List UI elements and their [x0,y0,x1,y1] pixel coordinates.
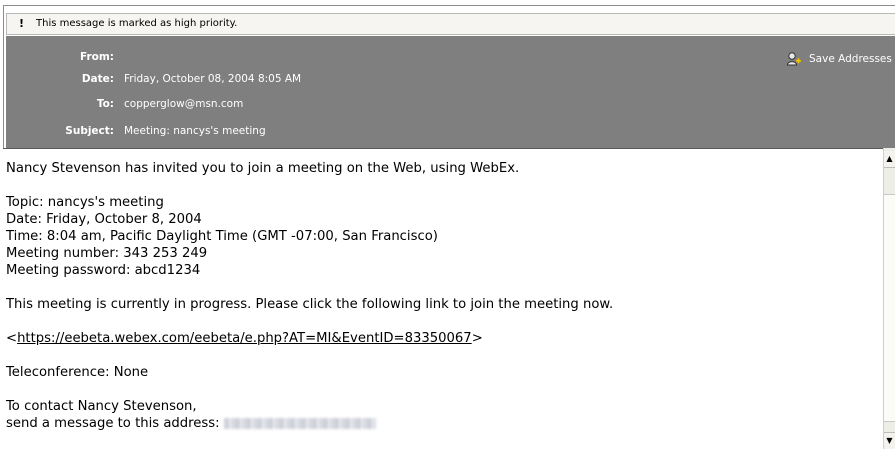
add-contact-icon [786,51,802,67]
body-time: Time: 8:04 am, Pacific Daylight Time (GM… [6,229,438,244]
message-body-text: Nancy Stevenson has invited you to join … [6,160,876,432]
body-meeting-number: Meeting number: 343 253 249 [6,246,208,261]
body-contact-line2: send a message to this address: [6,416,224,431]
exclamation-icon: ! [19,17,25,30]
join-meeting-link[interactable]: https://eebeta.webex.com/eebeta/e.php?AT… [17,331,472,346]
link-close-bracket: > [471,331,483,346]
priority-banner: ! This message is marked as high priorit… [6,13,895,35]
scroll-up-arrow-icon[interactable]: ▲ [884,151,895,168]
from-label: From: [79,51,114,63]
priority-message: This message is marked as high priority. [36,18,238,29]
message-header: From: Date: Friday, October 08, 2004 8:0… [6,36,895,148]
body-progress-note: This meeting is currently in progress. P… [6,297,614,312]
save-addresses-label: Save Addresses [809,53,892,65]
body-meeting-password: Meeting password: abcd1234 [6,263,201,278]
save-addresses-button[interactable]: Save Addresses [786,50,892,68]
subject-label: Subject: [65,125,114,137]
to-value[interactable]: copperglow@msn.com [124,94,243,114]
scrollbar-thumb[interactable] [884,194,895,422]
body-intro: Nancy Stevenson has invited you to join … [6,161,520,176]
date-label: Date: [81,73,114,85]
redacted-email-address [223,417,376,429]
message-body[interactable]: Nancy Stevenson has invited you to join … [3,148,883,449]
to-label: To: [96,98,114,110]
subject-value: Meeting: nancys's meeting [124,125,266,137]
body-topic: Topic: nancys's meeting [6,195,164,210]
link-open-bracket: < [6,331,18,346]
body-teleconference: Teleconference: None [6,365,149,380]
body-date: Date: Friday, October 8, 2004 [6,212,202,227]
date-value: Friday, October 08, 2004 8:05 AM [124,73,302,85]
body-contact-line1: To contact Nancy Stevenson, [6,399,197,414]
scroll-down-arrow-icon[interactable]: ▼ [884,432,895,449]
vertical-scrollbar[interactable]: ▲ ▼ [883,148,895,449]
